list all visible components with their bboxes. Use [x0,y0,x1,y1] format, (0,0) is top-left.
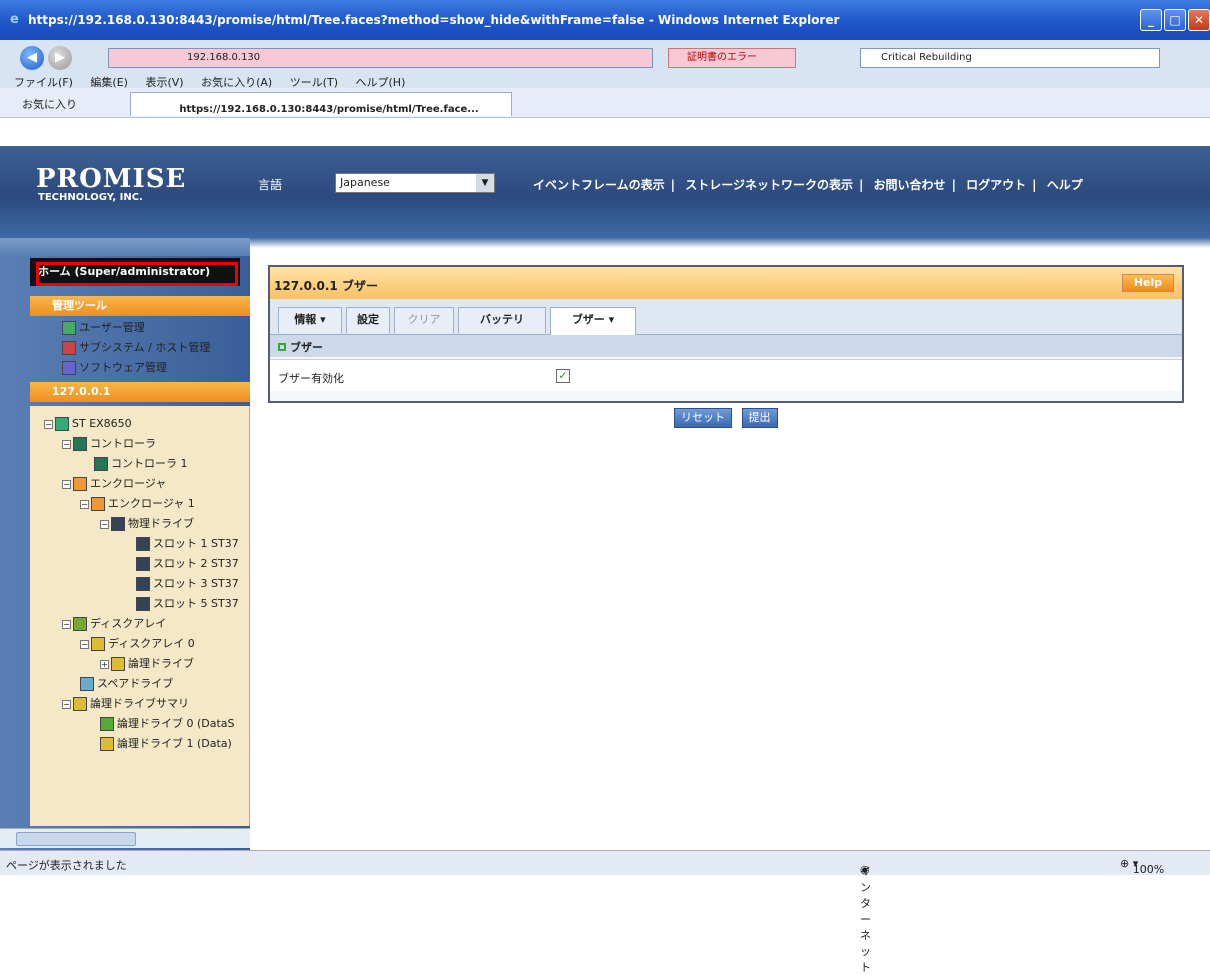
link-logout[interactable]: ログアウト [966,178,1026,192]
language-label: 言語 [258,178,283,192]
sidebar-item-user-mgmt[interactable]: ユーザー管理 [62,320,145,336]
address-bar: ◀ ▶ 192.168.0.130 証明書のエラー Critical Rebui… [0,40,1210,89]
status-text: ページが表示されました [6,859,127,872]
device-tree: − ST EX8650 − コントローラ コントローラ 1 − エンクロージャ − エン… [30,406,250,826]
highlight-box [36,262,238,286]
tree-item[interactable]: − ディスクアレイ [62,616,166,632]
disk-array-icon [91,637,105,651]
tree-item[interactable]: − エンクロージャ 1 [80,496,195,512]
sidebar-horizontal-scrollbar[interactable] [0,828,250,848]
cert-error-indicator[interactable]: 証明書のエラー [668,48,796,68]
tree-item[interactable]: − コントローラ [62,436,156,452]
close-button[interactable]: ✕ [1188,9,1210,31]
subsystem-icon [62,341,76,355]
logical-drive-icon [73,697,87,711]
main-content: 127.0.0.1 ブザー Help 情報 ▾ 設定 クリア バッテリ ブザー … [250,238,1210,850]
tab-clear[interactable]: クリア [394,307,454,333]
software-icon [62,361,76,375]
zoom-control[interactable]: ⊕ 100% ▾ [1120,857,1164,876]
buzzer-enable-label: ブザー有効化 [278,372,344,385]
link-help[interactable]: ヘルプ [1047,178,1083,192]
forward-button[interactable]: ▶ [48,46,72,70]
controller-icon [73,437,87,451]
app-header: PROMISE TECHNOLOGY, INC. 言語 Japanese ▼ イベ… [0,146,1210,238]
tree-item[interactable]: スロット 5 ST37 [136,596,239,612]
drive-icon [136,597,150,611]
disk-array-icon [73,617,87,631]
sidebar-item-software[interactable]: ソフトウェア管理 [62,360,167,376]
tree-item[interactable]: スロット 1 ST37 [136,536,239,552]
drive-icon [136,577,150,591]
link-contact[interactable]: お問い合わせ [874,178,946,192]
promise-logo: PROMISE [36,164,187,194]
tab-buzzer[interactable]: ブザー ▾ [550,307,636,335]
tree-item[interactable]: − 物理ドライブ [100,516,194,532]
language-select[interactable]: Japanese ▼ [335,173,495,193]
drive-icon [111,517,125,531]
window-title: https://192.168.0.130:8443/promise/html/… [28,13,840,27]
enclosure-icon [73,477,87,491]
back-button[interactable]: ◀ [20,46,44,70]
link-event-frame[interactable]: イベントフレームの表示 [533,178,665,192]
tab-info[interactable]: 情報 ▾ [278,307,342,333]
section-icon [278,343,286,351]
reset-button[interactable]: リセット [674,408,732,428]
sidebar-item-subsystem[interactable]: サブシステム / ホスト管理 [62,340,210,356]
tab-settings[interactable]: 設定 [346,307,390,333]
logical-drive-icon [111,657,125,671]
header-links: イベントフレームの表示 | ストレージネットワークの表示 | お問い合わせ | ログア… [533,178,1083,192]
drive-icon [136,557,150,571]
tree-item[interactable]: + 論理ドライブ [100,656,194,672]
panel-title: 127.0.0.1 ブザー Help [270,267,1182,299]
tab-battery[interactable]: バッテリ [458,307,546,333]
tree-item[interactable]: − ディスクアレイ 0 [80,636,195,652]
maximize-button[interactable]: □ [1164,9,1186,31]
logical-drive-icon [100,717,114,731]
favorites-button[interactable]: お気に入り [22,96,77,112]
tree-item[interactable]: コントローラ 1 [94,456,188,472]
buzzer-enable-row: ブザー有効化 ✓ [270,359,1182,391]
controller-icon [94,457,108,471]
chevron-down-icon: ▼ [476,174,494,192]
sidebar: ホーム (Super/administrator) 管理ツール ユーザー管理 サ… [0,238,250,850]
subsystem-icon [55,417,69,431]
tab-bar: 情報 ▾ 設定 クリア バッテリ ブザー ▾ [270,299,1182,335]
status-bar: ページが表示されました ◉ インターネット ⊕ 100% ▾ [0,850,1210,974]
buzzer-panel: 127.0.0.1 ブザー Help 情報 ▾ 設定 クリア バッテリ ブザー … [268,265,1184,403]
sidebar-host[interactable]: 127.0.0.1 [30,382,250,402]
tree-item[interactable]: − エンクロージャ [62,476,166,492]
tree-item[interactable]: − 論理ドライブサマリ [62,696,189,712]
browser-tab[interactable]: https://192.168.0.130:8443/promise/html/… [130,92,512,116]
help-button[interactable]: Help [1122,274,1174,292]
logical-drive-icon [100,737,114,751]
language-value: Japanese [340,176,390,189]
tree-item[interactable]: スペアドライブ [80,676,173,692]
menu-bar: ファイル(F) 編集(E) 表示(V) お気に入り(A) ツール(T) ヘルプ(… [0,74,1210,89]
tree-item[interactable]: 論理ドライブ 0 (DataS [100,716,235,732]
tree-item[interactable]: 論理ドライブ 1 (Data) [100,736,232,752]
drive-icon [136,537,150,551]
spare-drive-icon [80,677,94,691]
search-input[interactable]: Critical Rebuilding [860,48,1160,68]
minimize-button[interactable]: _ [1140,9,1162,31]
users-icon [62,321,76,335]
tree-item[interactable]: − ST EX8650 [44,416,132,432]
link-storage-network[interactable]: ストレージネットワークの表示 [685,178,853,192]
scrollbar-thumb[interactable] [16,832,136,846]
favorites-bar: お気に入り https://192.168.0.130:8443/promise… [0,88,1210,118]
window-titlebar: e https://192.168.0.130:8443/promise/htm… [0,0,1210,40]
form-buttons: リセット 提出 [674,408,784,428]
submit-button[interactable]: 提出 [741,408,778,428]
sidebar-admin-tools[interactable]: 管理ツール [30,296,250,316]
enclosure-icon [91,497,105,511]
promise-logo-sub: TECHNOLOGY, INC. [38,192,143,203]
ie-icon: e [10,12,19,27]
tree-item[interactable]: スロット 3 ST37 [136,576,239,592]
tree-item[interactable]: スロット 2 ST37 [136,556,239,572]
url-input[interactable]: 192.168.0.130 [108,48,653,68]
buzzer-enable-checkbox[interactable]: ✓ [556,369,570,383]
section-header: ブザー [270,335,1182,357]
